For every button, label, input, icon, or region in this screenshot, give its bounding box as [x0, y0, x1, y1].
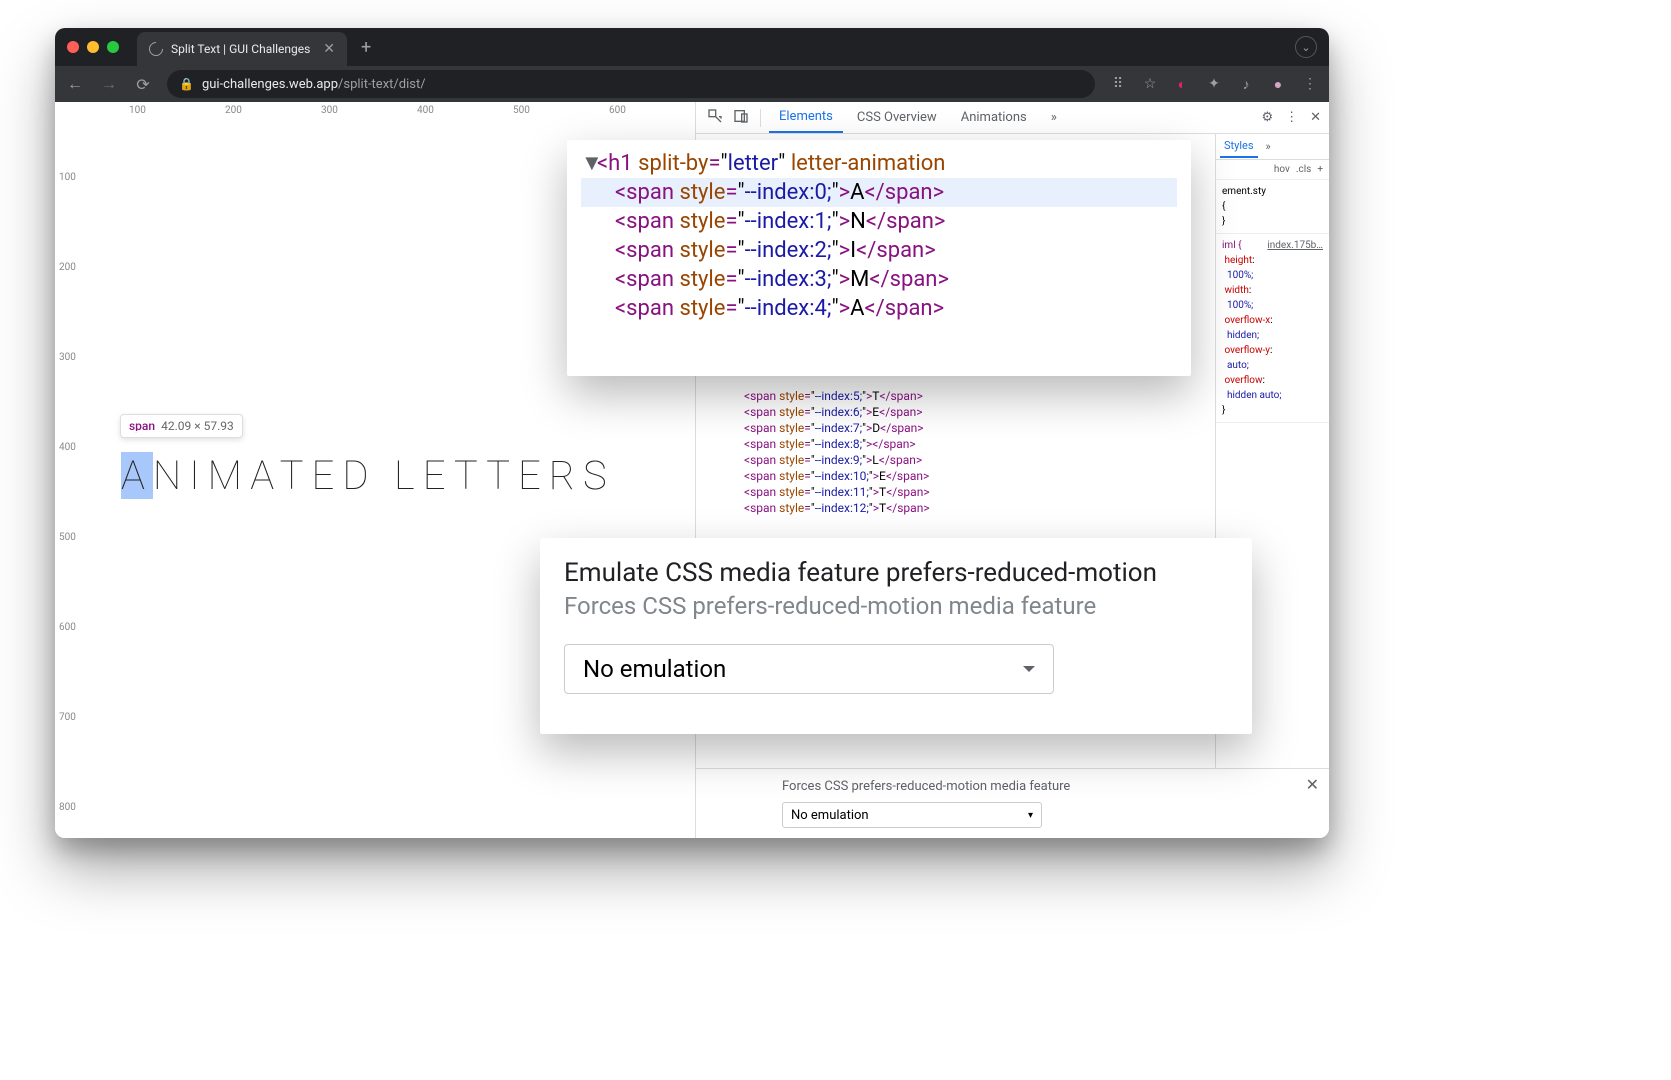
styles-tab[interactable]: Styles [1220, 135, 1258, 158]
animations-tab[interactable]: Animations [951, 103, 1037, 132]
emulation-select-small[interactable]: No emulation ▾ [782, 802, 1042, 828]
close-devtools-icon[interactable]: ✕ [1310, 110, 1321, 125]
forward-button[interactable]: → [99, 74, 119, 94]
horizontal-ruler: 100 200 300 400 500 600 [55, 102, 695, 120]
close-window-button[interactable] [67, 41, 79, 53]
window-titlebar: Split Text | GUI Challenges ✕ + ⌄ [55, 28, 1329, 66]
maximize-window-button[interactable] [107, 41, 119, 53]
browser-tab[interactable]: Split Text | GUI Challenges ✕ [137, 32, 347, 66]
cls-toggle[interactable]: .cls [1296, 164, 1311, 175]
dom-span-line[interactable]: <span style="--index:10;">E</span> [696, 468, 1215, 484]
url-text: gui-challenges.web.app/split-text/dist/ [202, 77, 426, 92]
zoomed-dom-overlay: ▼<h1 split-by="letter" letter-animation … [567, 140, 1191, 376]
kebab-menu-icon[interactable]: ⋮ [1285, 110, 1298, 125]
vertical-ruler: 100 200 300 400 500 600 700 800 [55, 102, 85, 838]
elements-tab[interactable]: Elements [769, 102, 843, 133]
loading-favicon-icon [146, 39, 166, 59]
dom-span-line[interactable]: <span style="--index:3;">M</span> [581, 265, 1177, 294]
media-icon[interactable]: ♪ [1237, 75, 1255, 93]
menu-icon[interactable]: ⋮ [1301, 75, 1319, 93]
dom-span-line[interactable]: <span style="--index:5;">T</span> [696, 388, 1215, 404]
profile-avatar-icon[interactable]: ● [1269, 75, 1287, 93]
page-heading: ANIMATED LETTERS [121, 452, 615, 499]
tab-close-icon[interactable]: ✕ [323, 41, 335, 57]
minimize-window-button[interactable] [87, 41, 99, 53]
dom-span-line[interactable]: <span style="--index:4;">A</span> [581, 294, 1177, 323]
element-style-block[interactable]: ement.sty { } [1216, 180, 1329, 234]
tab-title: Split Text | GUI Challenges [171, 42, 310, 56]
chevron-down-icon: ▾ [1028, 810, 1033, 821]
drawer-description: Forces CSS prefers-reduced-motion media … [782, 779, 1311, 794]
inspect-element-icon[interactable] [704, 108, 726, 128]
css-declaration[interactable]: overflow-x: hidden; [1222, 313, 1323, 343]
dom-span-line[interactable]: <span style="--index:9;">L</span> [696, 452, 1215, 468]
css-declaration[interactable]: overflow-y: auto; [1222, 343, 1323, 373]
extensions-icon[interactable]: ✦ [1205, 75, 1223, 93]
element-inspector-tooltip: span 42.09 × 57.93 [120, 414, 243, 438]
account-icon[interactable]: ⌄ [1295, 36, 1317, 58]
css-declaration[interactable]: height: 100%; [1222, 253, 1323, 283]
dom-span-line[interactable]: <span style="--index:8;"></span> [696, 436, 1215, 452]
more-styles-tabs-icon[interactable]: » [1262, 136, 1275, 157]
hov-toggle[interactable]: hov [1274, 164, 1290, 175]
tooltip-tag: span [129, 419, 155, 433]
dom-span-line[interactable]: <span style="--index:2;">I</span> [581, 236, 1177, 265]
h1-element-line[interactable]: ▼<h1 split-by="letter" letter-animation [581, 148, 1177, 178]
emulate-title: Emulate CSS media feature prefers-reduce… [564, 558, 1228, 588]
selected-letter: A [121, 452, 153, 499]
address-bar[interactable]: 🔒 gui-challenges.web.app/split-text/dist… [167, 70, 1095, 98]
rendering-drawer: ✕ Forces CSS prefers-reduced-motion medi… [696, 768, 1329, 838]
extension-colorzilla-icon[interactable]: ◐ [1173, 75, 1191, 93]
new-style-rule-icon[interactable]: + [1317, 164, 1323, 175]
window-controls [67, 41, 119, 53]
tooltip-dimensions: 42.09 × 57.93 [161, 419, 234, 433]
dom-span-line[interactable]: <span style="--index:1;">N</span> [581, 207, 1177, 236]
css-declaration[interactable]: width: 100%; [1222, 283, 1323, 313]
devtools-tabs: Elements CSS Overview Animations » ⚙ ⋮ ✕ [696, 102, 1329, 134]
back-button[interactable]: ← [65, 74, 85, 94]
dom-span-line[interactable]: <span style="--index:0;">A</span> [581, 178, 1177, 207]
chevron-down-icon [1023, 666, 1035, 678]
lock-icon: 🔒 [179, 77, 194, 91]
expand-caret-icon[interactable]: ▼ [581, 150, 597, 176]
css-declaration[interactable]: overflow: hidden auto; [1222, 373, 1323, 403]
stylesheet-link[interactable]: index.175b… [1267, 238, 1323, 253]
heading-rest: NIMATED LETTERS [153, 452, 615, 499]
dom-span-line[interactable]: <span style="--index:11;">T</span> [696, 484, 1215, 500]
translate-icon[interactable]: ⠿ [1109, 75, 1127, 93]
stylesheet-block[interactable]: index.175b… iml { height: 100%; width: 1… [1216, 234, 1329, 423]
dom-span-line[interactable]: <span style="--index:7;">D</span> [696, 420, 1215, 436]
emulate-command-overlay: Emulate CSS media feature prefers-reduce… [540, 538, 1252, 734]
more-tabs-icon[interactable]: » [1041, 103, 1067, 132]
bookmark-icon[interactable]: ☆ [1141, 75, 1159, 93]
emulate-subtitle: Forces CSS prefers-reduced-motion media … [564, 592, 1228, 620]
device-toolbar-icon[interactable] [730, 108, 752, 128]
toolbar-icons: ⠿ ☆ ◐ ✦ ♪ ● ⋮ [1109, 75, 1319, 93]
new-tab-button[interactable]: + [361, 37, 371, 58]
reload-button[interactable]: ⟳ [133, 75, 153, 94]
emulation-select[interactable]: No emulation [564, 644, 1054, 694]
dom-span-line[interactable]: <span style="--index:12;">T</span> [696, 500, 1215, 516]
css-overview-tab[interactable]: CSS Overview [847, 103, 947, 132]
settings-icon[interactable]: ⚙ [1261, 110, 1273, 125]
navigation-bar: ← → ⟳ 🔒 gui-challenges.web.app/split-tex… [55, 66, 1329, 102]
dom-span-line[interactable]: <span style="--index:6;">E</span> [696, 404, 1215, 420]
drawer-close-icon[interactable]: ✕ [1306, 775, 1319, 794]
